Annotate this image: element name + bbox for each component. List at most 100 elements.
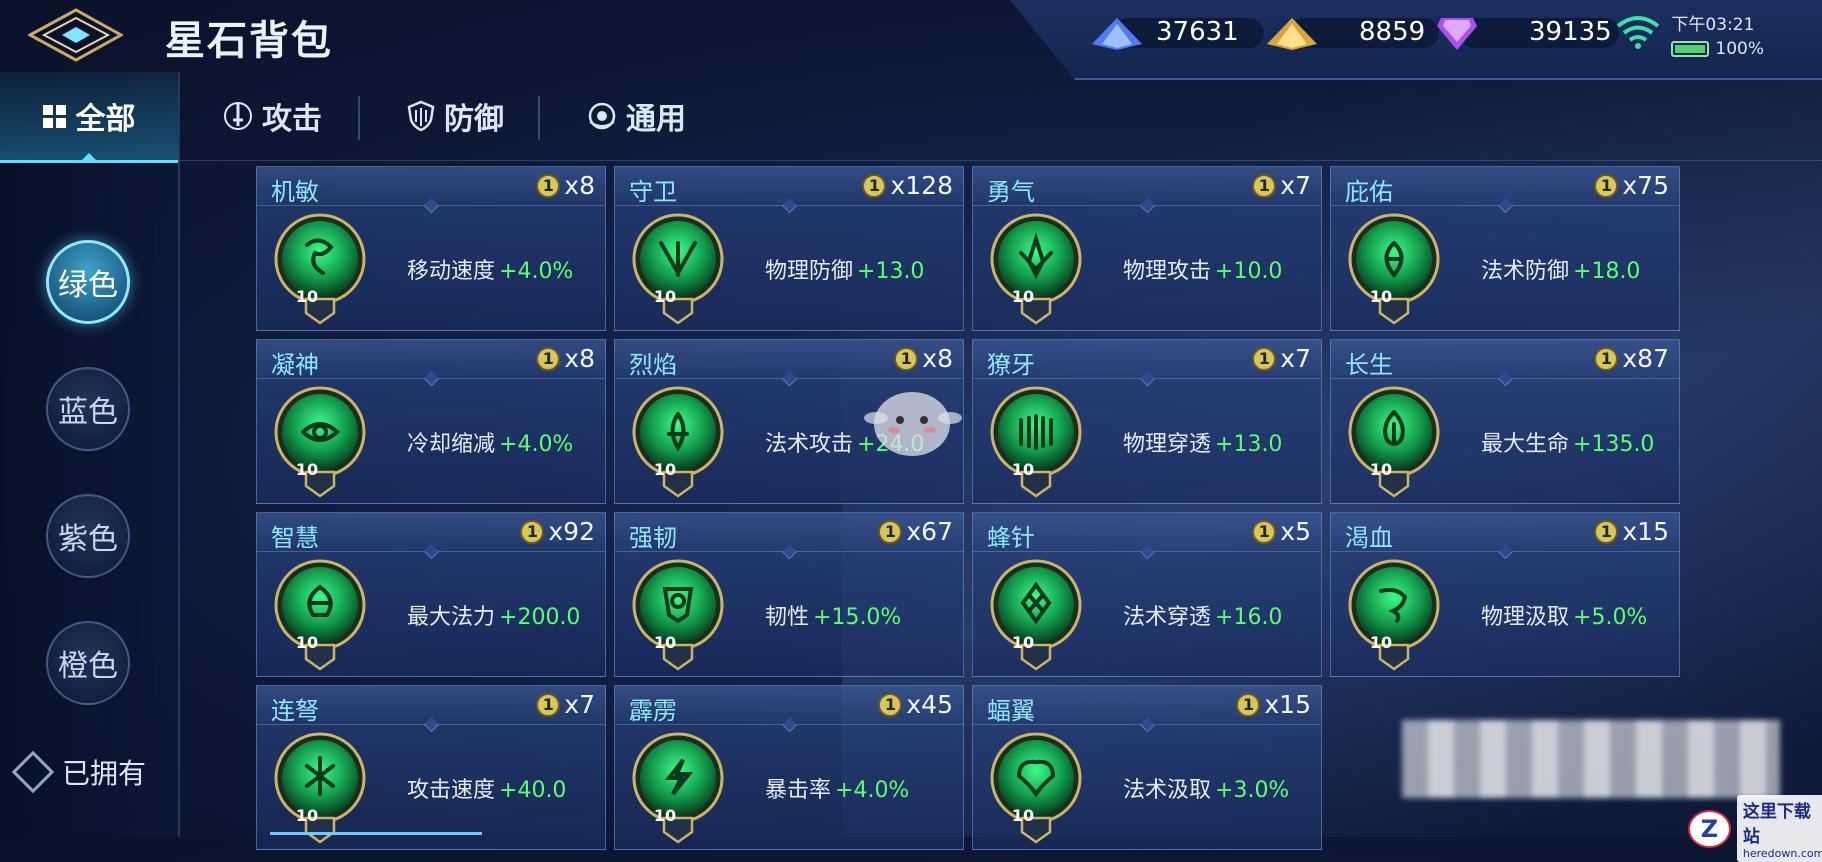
stat-line: 暴击率 +4.0% <box>765 772 909 804</box>
inscription-name: 智慧 <box>271 524 319 552</box>
resource-gold-crystal[interactable]: 8859 <box>1265 14 1439 50</box>
inscription-card[interactable]: 獠牙 1 x7 10 物理穿透 +13.0 <box>972 339 1322 504</box>
stat-bonus: +135.0 <box>1573 432 1655 457</box>
inscription-name: 凝神 <box>271 351 319 379</box>
inscription-card[interactable]: 庇佑 1 x75 10 法术防御 +18.0 <box>1330 166 1680 331</box>
stat-bonus: +4.0% <box>499 259 574 284</box>
count-value: x5 <box>1280 517 1311 546</box>
count-value: x7 <box>564 690 595 719</box>
stat-bonus: +10.0 <box>1215 259 1283 284</box>
shield-icon <box>407 100 435 132</box>
count-value: x8 <box>564 171 595 200</box>
inscription-count: 1 x7 <box>1252 171 1311 200</box>
stat-bonus: +13.0 <box>1215 432 1283 457</box>
watermark-domain: heredown.com <box>1742 847 1822 860</box>
watermark-site: 这里下载站 <box>1742 802 1811 847</box>
owned-checkbox[interactable] <box>11 750 55 794</box>
battery-indicator: 100% <box>1671 39 1764 59</box>
tab-general[interactable]: 通用 <box>586 94 686 138</box>
inscription-card[interactable]: 勇气 1 x7 10 物理攻击 +10.0 <box>972 166 1322 331</box>
inscription-card[interactable]: 蝠翼 1 x15 10 法术汲取 +3.0% <box>972 685 1322 850</box>
stat-name: 物理防御 <box>765 259 854 284</box>
inscription-card[interactable]: 智慧 1 x92 10 最大法力 +200.0 <box>256 512 606 677</box>
count-value: x8 <box>922 344 953 373</box>
blurred-area <box>1402 720 1780 798</box>
level-badge: 1 <box>520 519 545 544</box>
watermark-logo-icon: Z <box>1688 809 1731 848</box>
inscription-count: 1 x15 <box>1236 690 1311 719</box>
inscription-card[interactable]: 强韧 1 x67 10 韧性 +15.0% <box>614 512 964 677</box>
gem-level: 10 <box>653 633 677 652</box>
stat-line: 物理汲取 +5.0% <box>1481 599 1647 631</box>
gem-level: 10 <box>1369 460 1393 479</box>
resource-purple-diamond[interactable]: 39135 <box>1435 14 1619 50</box>
inscription-name: 强韧 <box>629 524 677 552</box>
level-badge: 1 <box>536 173 561 198</box>
battery-icon <box>1671 41 1710 57</box>
inscription-name: 蝠翼 <box>987 697 1035 725</box>
resource-blue-crystal[interactable]: 37631 <box>1090 14 1264 50</box>
inscription-card[interactable]: 机敏 1 x8 10 移动速度 +4.0% <box>256 166 606 331</box>
gem-level: 10 <box>295 633 319 652</box>
level-badge: 1 <box>1252 346 1277 371</box>
count-value: x67 <box>906 517 953 546</box>
gem-level: 10 <box>1011 806 1035 825</box>
inscription-card[interactable]: 连弩 1 x7 10 攻击速度 +40.0 <box>256 685 606 850</box>
inscription-card[interactable]: 长生 1 x87 10 最大生命 +135.0 <box>1330 339 1680 504</box>
count-value: x75 <box>1622 171 1669 200</box>
sidebar-item-all[interactable]: 全部 <box>0 72 178 163</box>
stat-bonus: +4.0% <box>499 432 574 457</box>
count-value: x45 <box>906 690 953 719</box>
inscription-count: 1 x92 <box>520 517 595 546</box>
sidebar-all-label: 全部 <box>75 102 136 137</box>
inscription-count: 1 x128 <box>862 171 953 200</box>
inscription-card[interactable]: 渴血 1 x15 10 物理汲取 +5.0% <box>1330 512 1680 677</box>
inscription-name: 机敏 <box>271 178 319 206</box>
owned-filter[interactable]: 已拥有 <box>11 750 146 794</box>
inscription-count: 1 x15 <box>1594 517 1669 546</box>
inscription-card[interactable]: 守卫 1 x128 10 物理防御 +13.0 <box>614 166 964 331</box>
inscription-count: 1 x67 <box>878 517 953 546</box>
stat-bonus: +5.0% <box>1573 605 1648 630</box>
orb-icon <box>588 102 616 130</box>
inscription-count: 1 x45 <box>878 690 953 719</box>
stat-line: 最大法力 +200.0 <box>407 599 580 631</box>
purple-diamond-value: 39135 <box>1529 17 1612 47</box>
level-badge: 1 <box>1236 692 1261 717</box>
stat-bonus: +4.0% <box>835 778 910 803</box>
category-tabs: 攻击 防御 通用 <box>178 72 1822 161</box>
inscription-name: 连弩 <box>271 697 319 725</box>
stat-line: 法术汲取 +3.0% <box>1123 772 1289 804</box>
gem-level: 10 <box>1011 633 1035 652</box>
stat-name: 冷却缩减 <box>407 432 496 457</box>
inscription-count: 1 x7 <box>1252 344 1311 373</box>
gem-level: 10 <box>1011 460 1035 479</box>
scroll-indicator <box>270 832 482 835</box>
purple-diamond-icon <box>1437 18 1477 50</box>
inscription-name: 獠牙 <box>987 351 1035 379</box>
stat-name: 韧性 <box>765 605 810 630</box>
filter-orange[interactable]: 橙色 <box>46 621 130 705</box>
stat-name: 法术攻击 <box>765 432 854 457</box>
filter-purple[interactable]: 紫色 <box>46 494 130 578</box>
stat-bonus: +18.0 <box>1573 259 1641 284</box>
tab-attack[interactable]: 攻击 <box>222 94 322 138</box>
stat-line: 法术防御 +18.0 <box>1481 253 1640 285</box>
level-badge: 1 <box>536 346 561 371</box>
level-badge: 1 <box>878 692 903 717</box>
filter-blue[interactable]: 蓝色 <box>46 367 130 451</box>
gem-level: 10 <box>295 460 319 479</box>
back-button[interactable] <box>26 8 125 62</box>
wifi-icon <box>1616 16 1660 49</box>
stat-bonus: +16.0 <box>1215 605 1283 630</box>
tab-defense[interactable]: 防御 <box>406 94 504 138</box>
inscription-card[interactable]: 凝神 1 x8 10 冷却缩减 +4.0% <box>256 339 606 504</box>
inscription-card[interactable]: 霹雳 1 x45 10 暴击率 +4.0% <box>614 685 964 850</box>
gem-level: 10 <box>1369 287 1393 306</box>
filter-green[interactable]: 绿色 <box>46 240 130 324</box>
stat-line: 攻击速度 +40.0 <box>407 772 566 804</box>
inscription-name: 渴血 <box>1345 524 1393 552</box>
inscription-count: 1 x8 <box>536 344 595 373</box>
inscription-card[interactable]: 蜂针 1 x5 10 法术穿透 +16.0 <box>972 512 1322 677</box>
stat-bonus: +3.0% <box>1215 778 1290 803</box>
